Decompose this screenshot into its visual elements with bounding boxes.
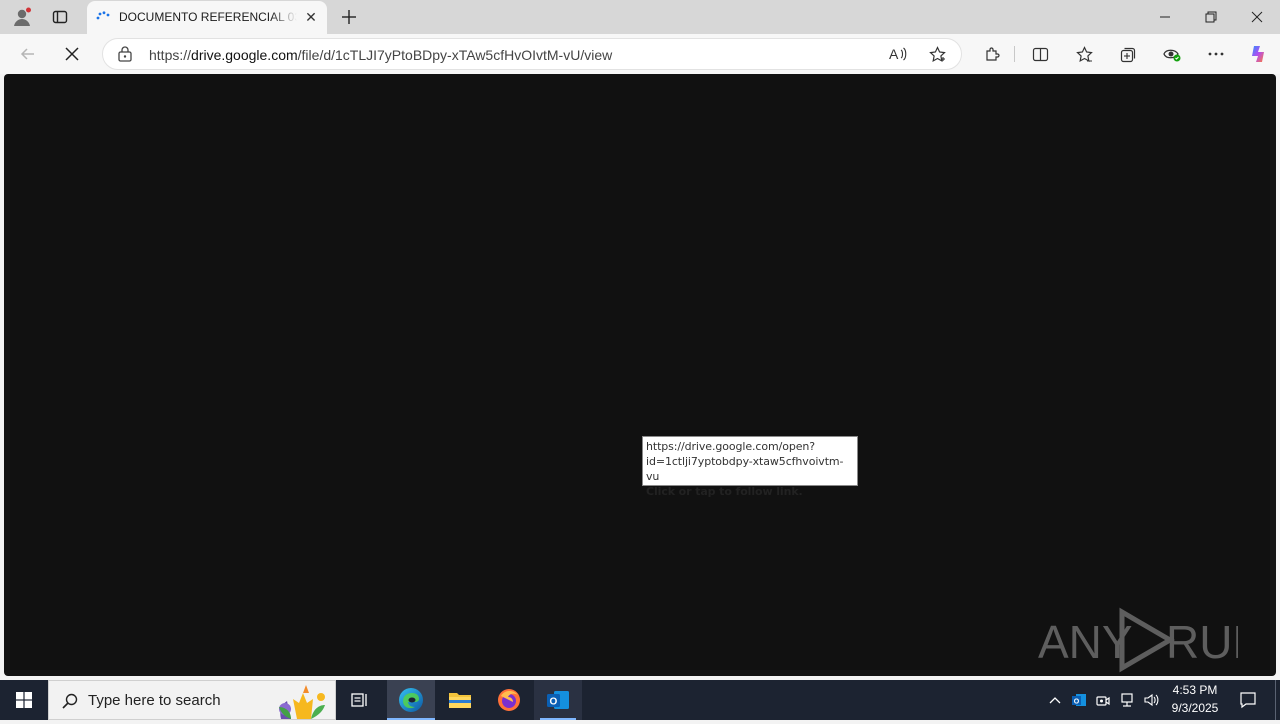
show-desktop-divider[interactable]	[1275, 680, 1276, 720]
file-explorer-icon[interactable]	[436, 680, 484, 720]
start-button[interactable]	[0, 680, 48, 720]
search-icon	[62, 693, 78, 714]
read-aloud-icon[interactable]: A	[889, 46, 907, 67]
tooltip-url-line-1: https://drive.google.com/open?	[646, 440, 815, 453]
notifications-icon[interactable]	[1230, 680, 1266, 720]
favorites-icon[interactable]	[1070, 40, 1098, 68]
copilot-icon[interactable]	[1244, 40, 1272, 68]
browser-essentials-icon[interactable]	[1158, 40, 1186, 68]
search-highlight-illustration	[261, 683, 335, 724]
loading-spinner-icon	[95, 10, 111, 26]
watermark-left-text: ANY	[1038, 616, 1133, 668]
taskbar-date[interactable]: 9/3/2025	[1166, 701, 1224, 715]
stop-loading-icon[interactable]	[58, 40, 86, 68]
close-window-button[interactable]	[1234, 0, 1280, 34]
search-placeholder: Type here to search	[88, 692, 221, 709]
network-icon[interactable]	[1116, 680, 1138, 720]
url-text: https://drive.google.com/file/d/1cTLJI7y…	[149, 47, 613, 63]
tab-active[interactable]: DOCUMENTO REFERENCIAL 03 DE ✕	[87, 1, 327, 34]
profile-avatar-icon[interactable]	[8, 4, 36, 30]
meet-now-icon[interactable]	[1092, 680, 1114, 720]
tab-actions-icon[interactable]	[46, 4, 74, 30]
taskbar: Type here to search O O 4:53 PM 9/3/2025	[0, 680, 1280, 720]
tab-close-icon[interactable]: ✕	[303, 9, 319, 25]
page-content	[4, 74, 1276, 676]
outlook-tray-icon[interactable]: O	[1068, 680, 1090, 720]
collections-icon[interactable]	[1114, 40, 1142, 68]
restore-button[interactable]	[1188, 0, 1234, 34]
show-hidden-icons-icon[interactable]	[1044, 680, 1066, 720]
browser-toolbar: https://drive.google.com/file/d/1cTLJI7y…	[0, 34, 1280, 74]
site-info-icon[interactable]	[117, 46, 133, 67]
favorite-star-icon[interactable]	[929, 46, 946, 68]
svg-text:A: A	[889, 46, 899, 62]
toolbar-divider	[1014, 46, 1015, 62]
edge-icon	[399, 688, 423, 712]
extensions-icon[interactable]	[978, 40, 1006, 68]
svg-text:O: O	[1074, 699, 1080, 706]
tab-strip: DOCUMENTO REFERENCIAL 03 DE ✕	[0, 0, 1280, 34]
more-options-icon[interactable]	[1202, 40, 1230, 68]
tooltip-hint: Click or tap to follow link.	[646, 485, 803, 498]
taskbar-search[interactable]: Type here to search	[48, 680, 336, 720]
new-tab-button[interactable]	[336, 4, 362, 30]
taskbar-time[interactable]: 4:53 PM	[1166, 683, 1224, 697]
task-view-icon[interactable]	[336, 680, 384, 720]
anyrun-watermark: ANY RUN	[1038, 606, 1266, 674]
firefox-icon[interactable]	[485, 680, 533, 720]
minimize-button[interactable]	[1142, 0, 1188, 34]
back-button[interactable]	[14, 40, 42, 68]
volume-icon[interactable]	[1140, 680, 1162, 720]
outlook-icon[interactable]: O	[534, 680, 582, 720]
svg-text:O: O	[550, 697, 558, 708]
tab-title: DOCUMENTO REFERENCIAL 03 DE	[119, 10, 297, 24]
taskbar-edge[interactable]	[387, 680, 435, 720]
address-bar[interactable]: https://drive.google.com/file/d/1cTLJI7y…	[102, 38, 962, 70]
watermark-right-text: RUN	[1166, 616, 1238, 668]
tooltip-url-line-2: id=1ctlji7yptobdpy-xtaw5cfhvoivtm-vu	[646, 455, 844, 483]
link-tooltip[interactable]: https://drive.google.com/open? id=1ctlji…	[642, 436, 858, 498]
split-screen-icon[interactable]	[1026, 40, 1054, 68]
